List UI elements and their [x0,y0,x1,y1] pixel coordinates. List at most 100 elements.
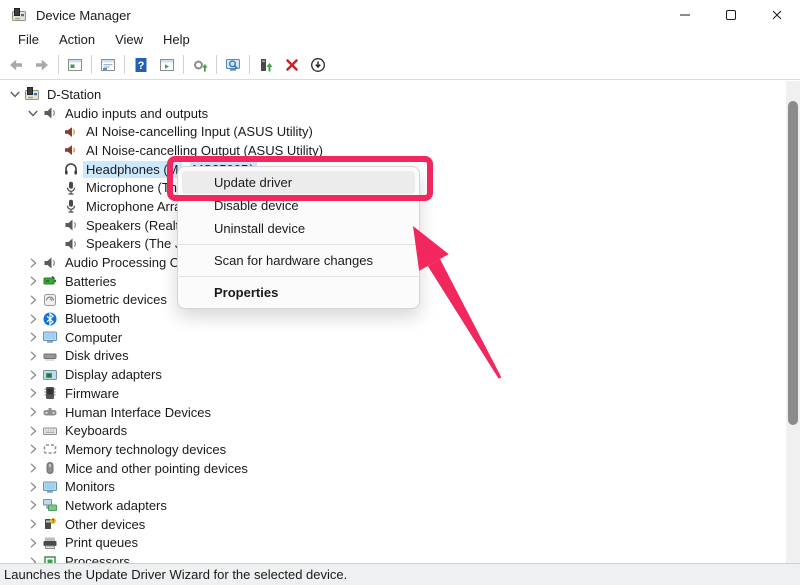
vertical-scrollbar[interactable] [786,81,800,564]
tree-item-label: Disk drives [62,347,132,364]
status-text: Launches the Update Driver Wizard for th… [4,567,347,582]
toolbar-separator [183,55,184,74]
menu-view[interactable]: View [105,30,153,50]
back-icon [8,57,24,73]
minimize-button[interactable] [662,0,708,30]
tree-item-ai-noise-cancelling-output-asus-utility[interactable]: AI Noise-cancelling Output (ASUS Utility… [0,141,786,160]
tree-item-label: AI Noise-cancelling Input (ASUS Utility) [83,123,316,140]
menu-file[interactable]: File [8,30,49,50]
back-button[interactable] [3,52,29,77]
tree-item-memory-technology-devices[interactable]: Memory technology devices [0,440,786,459]
tree-item-ai-noise-cancelling-input-asus-utility[interactable]: AI Noise-cancelling Input (ASUS Utility) [0,122,786,141]
battery-icon [41,273,58,290]
fingerprint-icon [41,291,58,308]
chevron-right-icon[interactable] [24,516,41,533]
update-driver-button[interactable] [187,52,213,77]
toolbar-separator [216,55,217,74]
toolbar: ? [0,50,800,80]
tree-item-disk-drives[interactable]: Disk drives [0,347,786,366]
chevron-right-icon[interactable] [24,460,41,477]
tree-item-label: Headphones (M [83,161,182,178]
tree-item-audio-inputs-and-outputs[interactable]: Audio inputs and outputs [0,104,786,123]
speaker-icon [41,254,58,271]
tree-item-label: Bluetooth [62,310,123,327]
chevron-right-icon[interactable] [24,385,41,402]
tree-item-label: Mice and other pointing devices [62,460,251,477]
tree-item-other-devices[interactable]: ?Other devices [0,515,786,534]
monitor-icon [41,478,58,495]
tree-item-label: D-Station [44,86,104,103]
tree-item-firmware[interactable]: Firmware [0,384,786,403]
chevron-right-icon[interactable] [24,497,41,514]
hid-icon [41,404,58,421]
chevron-right-icon[interactable] [24,329,41,346]
update-device-driver-button[interactable] [253,52,279,77]
help-button[interactable]: ? [128,52,154,77]
context-menu-item-disable-device[interactable]: Disable device [182,194,415,217]
chevron-down-icon[interactable] [24,105,41,122]
console-tree-icon [67,57,83,73]
disable-device-button[interactable] [305,52,331,77]
tree-item-network-adapters[interactable]: Network adapters [0,496,786,515]
tree-item-label: Human Interface Devices [62,404,214,421]
tree-item-print-queues[interactable]: Print queues [0,534,786,553]
menu-help[interactable]: Help [153,30,200,50]
tree-item-human-interface-devices[interactable]: Human Interface Devices [0,403,786,422]
tree-item-computer[interactable]: Computer [0,328,786,347]
tree-item-label: Biometric devices [62,291,170,308]
memory-icon [41,441,58,458]
context-menu-item-properties[interactable]: Properties [182,281,415,304]
keyboard-icon [41,422,58,439]
close-button[interactable] [754,0,800,30]
chevron-right-icon[interactable] [24,254,41,271]
scan-hardware-icon [225,57,241,73]
chevron-right-icon[interactable] [24,347,41,364]
tree-item-d-station[interactable]: D-Station [0,85,786,104]
microphone-icon [62,179,79,196]
chevron-right-icon[interactable] [24,422,41,439]
menu-action[interactable]: Action [49,30,105,50]
tree-item-label: Audio Processing Ob [62,254,190,271]
computer-device-icon [23,86,40,103]
maximize-button[interactable] [708,0,754,30]
chevron-right-icon[interactable] [24,441,41,458]
menu-separator [179,244,418,245]
tree-item-label: Memory technology devices [62,441,229,458]
tree-item-label: Display adapters [62,366,165,383]
printer-icon [41,534,58,551]
chevron-right-icon[interactable] [24,478,41,495]
chevron-right-icon[interactable] [24,534,41,551]
chevron-right-icon[interactable] [24,273,41,290]
chevron-right-icon[interactable] [24,366,41,383]
tree-item-bluetooth[interactable]: Bluetooth [0,309,786,328]
properties-icon [100,57,116,73]
properties-button[interactable] [95,52,121,77]
forward-icon [34,57,50,73]
chevron-right-icon[interactable] [24,404,41,421]
uninstall-device-button[interactable] [279,52,305,77]
uninstall-icon [284,57,300,73]
network-icon [41,497,58,514]
forward-button[interactable] [29,52,55,77]
action-pane-icon [159,57,175,73]
menu-bar: FileActionViewHelp [0,30,800,50]
scan-for-hardware-changes-button[interactable] [220,52,246,77]
tree-item-monitors[interactable]: Monitors [0,477,786,496]
tree-item-mice-and-other-pointing-devices[interactable]: Mice and other pointing devices [0,459,786,478]
context-menu-item-uninstall-device[interactable]: Uninstall device [182,217,415,240]
chevron-right-icon[interactable] [24,310,41,327]
display-adapter-icon [41,366,58,383]
tree-item-keyboards[interactable]: Keyboards [0,421,786,440]
chevron-right-icon[interactable] [24,291,41,308]
bluetooth-icon [41,310,58,327]
toolbar-separator [124,55,125,74]
headphones-icon [62,161,79,178]
context-menu-item-update-driver[interactable]: Update driver [182,171,415,194]
context-menu-item-scan-for-hardware-changes[interactable]: Scan for hardware changes [182,249,415,272]
chevron-down-icon[interactable] [6,86,23,103]
status-bar: Launches the Update Driver Wizard for th… [0,563,800,585]
tree-item-display-adapters[interactable]: Display adapters [0,365,786,384]
show-console-tree-button[interactable] [62,52,88,77]
scrollbar-thumb[interactable] [788,101,798,425]
show-action-pane-button[interactable] [154,52,180,77]
